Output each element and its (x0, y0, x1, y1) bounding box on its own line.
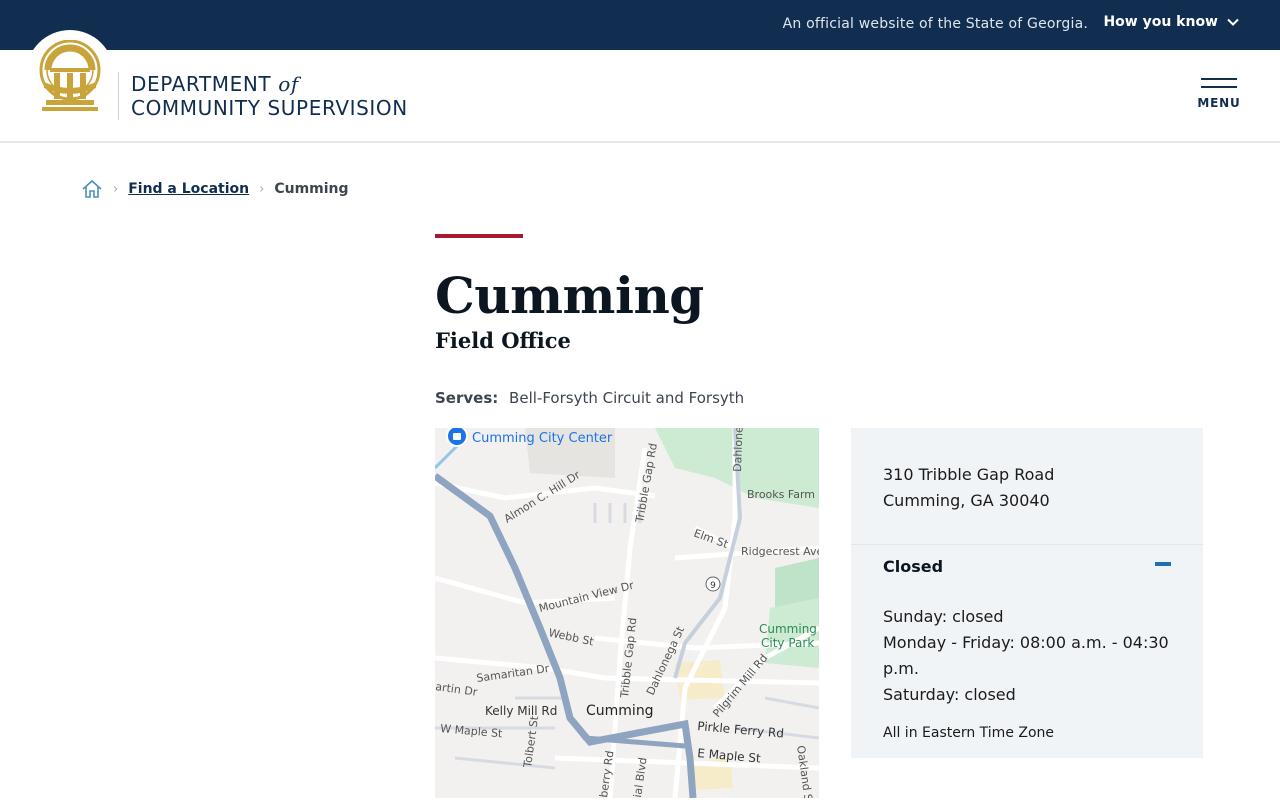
map-label-kelly: Kelly Mill Rd (485, 704, 557, 718)
serves-label: Serves: (435, 389, 499, 407)
serves-line: Serves: Bell-Forsyth Circuit and Forsyth (435, 389, 744, 407)
location-details-panel: 310 Tribble Gap Road Cumming, GA 30040 C… (851, 428, 1203, 758)
breadcrumb-find-location-link[interactable]: Find a Location (128, 181, 249, 197)
hamburger-icon-bar (1201, 86, 1237, 88)
map-label-park-line2: City Park (761, 636, 814, 650)
title-accent-rule (435, 234, 523, 238)
home-icon[interactable] (81, 178, 103, 200)
collapse-hours-icon[interactable] (1155, 562, 1171, 566)
site-header: DEPARTMENT of COMMUNITY SUPERVISION MENU (0, 30, 1280, 143)
seal-icon (39, 40, 101, 111)
map-label-dahlonega-north: Dahlone (731, 428, 746, 472)
page-title: Cumming (435, 266, 704, 325)
address-line2: Cumming, GA 30040 (883, 491, 1050, 510)
brand-line2: COMMUNITY SUPERVISION (131, 96, 408, 120)
hamburger-icon (1201, 78, 1237, 80)
open-status[interactable]: Closed (883, 557, 943, 576)
map-label-cumming: Cumming (586, 703, 654, 719)
hours-list: Sunday: closed Monday - Friday: 08:00 a.… (883, 604, 1183, 708)
map-label-park-line1: Cumming (759, 622, 817, 636)
map-label-brooks: Brooks Farm D (747, 488, 819, 501)
breadcrumb: › Find a Location › Cumming (81, 178, 349, 200)
address-block: 310 Tribble Gap Road Cumming, GA 30040 (883, 462, 1054, 514)
chevron-right-icon: › (113, 181, 119, 197)
hours-sunday: Sunday: closed (883, 607, 1004, 626)
georgia-seal-logo[interactable] (26, 30, 114, 118)
brand-line1: DEPARTMENT (131, 72, 272, 96)
breadcrumb-current: Cumming (274, 181, 349, 197)
panel-divider (851, 544, 1203, 545)
official-site-text: An official website of the State of Geor… (782, 16, 1088, 32)
hours-saturday: Saturday: closed (883, 685, 1016, 704)
official-site-banner: An official website of the State of Geor… (0, 0, 1280, 50)
how-you-know-label: How you know (1103, 14, 1218, 30)
chevron-down-icon (1227, 18, 1239, 26)
brand-of: of (278, 72, 299, 96)
location-map[interactable]: 9 Cumming City Center Almon C. Hill Dr T… (435, 428, 819, 798)
page-subtitle: Field Office (435, 328, 571, 353)
map-canvas[interactable]: 9 Cumming City Center Almon C. Hill Dr T… (435, 428, 819, 798)
chevron-right-icon: › (259, 181, 265, 197)
map-label-city-center: Cumming City Center (472, 431, 613, 446)
timezone-note: All in Eastern Time Zone (883, 725, 1055, 741)
address-line1: 310 Tribble Gap Road (883, 465, 1055, 484)
how-you-know-button[interactable]: How you know (1103, 14, 1240, 30)
menu-button[interactable]: MENU (1196, 78, 1242, 110)
map-route-badge: 9 (710, 581, 716, 591)
map-label-ridgecrest: Ridgecrest Ave (741, 545, 819, 558)
menu-label: MENU (1197, 96, 1241, 110)
serves-value: Bell-Forsyth Circuit and Forsyth (509, 389, 745, 407)
hours-weekdays: Monday - Friday: 08:00 a.m. - 04:30 p.m. (883, 633, 1169, 678)
agency-name[interactable]: DEPARTMENT of COMMUNITY SUPERVISION (131, 72, 408, 120)
brand-divider (118, 72, 119, 120)
